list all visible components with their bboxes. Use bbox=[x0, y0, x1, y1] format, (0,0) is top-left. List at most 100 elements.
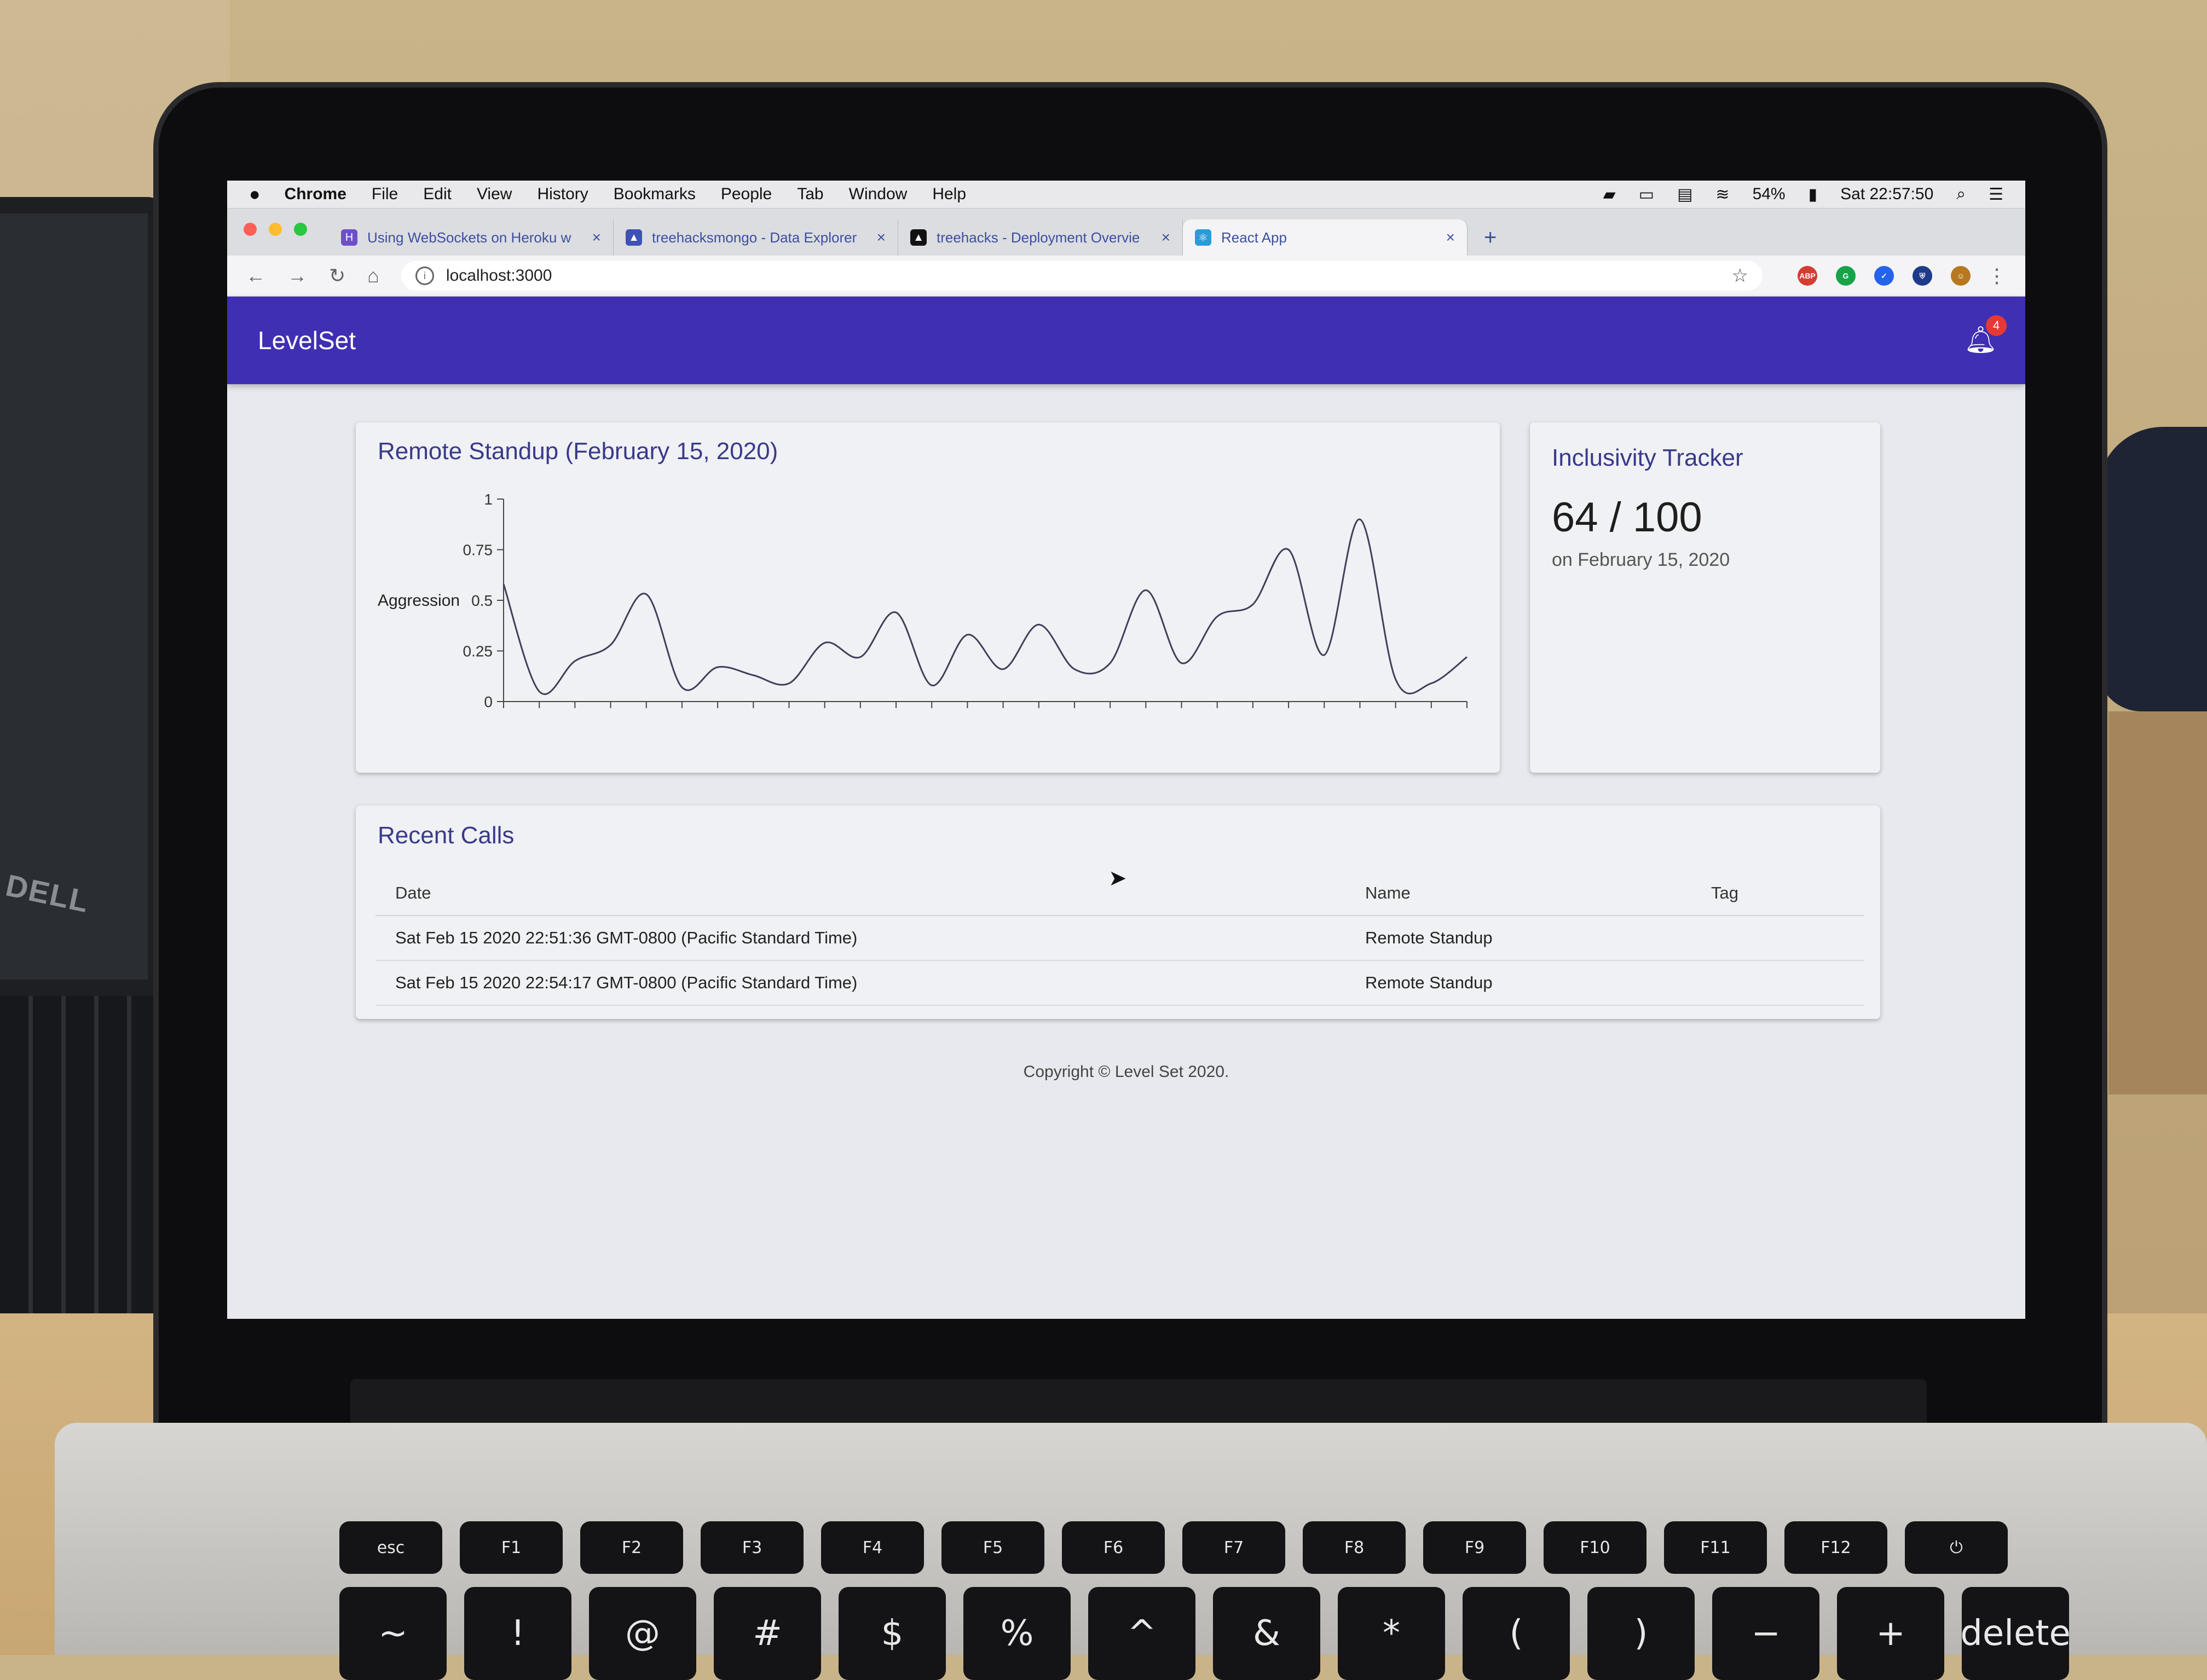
docker-icon[interactable]: ▰ bbox=[1603, 185, 1616, 204]
date-column-header[interactable]: Date bbox=[375, 871, 1345, 916]
keyboard-key: % bbox=[963, 1587, 1071, 1680]
name-column-header[interactable]: Name bbox=[1345, 871, 1691, 916]
keyboard-key: − bbox=[1712, 1587, 1819, 1680]
y-tick-label: 0.75 bbox=[463, 542, 493, 559]
zoom-window-button[interactable] bbox=[294, 223, 307, 236]
battery-percent[interactable]: 54% bbox=[1753, 185, 1786, 204]
side-laptop-keyboard bbox=[0, 996, 153, 1346]
keyboard-key: & bbox=[1213, 1587, 1320, 1680]
forward-icon[interactable]: → bbox=[287, 264, 307, 287]
tracker-score: 64 / 100 bbox=[1552, 494, 1702, 541]
menu-item-view[interactable]: View bbox=[477, 185, 512, 204]
browser-toolbar: ← → ↻ ⌂ i localhost:3000 ☆ ABP G ✓ ⛨ ☺ ⋮ bbox=[227, 256, 2025, 297]
notifications-button[interactable]: 🔔︎ 4 bbox=[1964, 315, 2007, 356]
extension-icon[interactable]: ✓ bbox=[1874, 266, 1894, 286]
menubar-status: ▰ ▭ ▤ ≋ 54% ▮ Sat 22:57:50 ⌕ ☰ bbox=[1603, 185, 2003, 204]
call-tag-cell bbox=[1691, 960, 1864, 1006]
battery-icon[interactable]: ▮ bbox=[1809, 185, 1818, 204]
grammarly-extension-icon[interactable]: G bbox=[1836, 266, 1856, 286]
keyboard-key: esc bbox=[339, 1521, 442, 1574]
y-axis-label: Aggression bbox=[378, 592, 460, 610]
series-line bbox=[502, 518, 1468, 695]
menu-item-people[interactable]: People bbox=[721, 185, 772, 204]
bookmark-star-icon[interactable]: ☆ bbox=[1732, 265, 1748, 287]
keyboard-key: F3 bbox=[701, 1521, 804, 1574]
side-laptop-screen bbox=[0, 213, 148, 980]
browser-tab[interactable]: H Using WebSockets on Heroku w × bbox=[329, 219, 614, 256]
input-source-flag-icon[interactable]: ▤ bbox=[1677, 185, 1692, 204]
keyboard-key: ~ bbox=[339, 1587, 447, 1680]
footer-copyright: Copyright © Level Set 2020. bbox=[1023, 1063, 1229, 1081]
clock[interactable]: Sat 22:57:50 bbox=[1840, 185, 1933, 204]
close-tab-icon[interactable]: × bbox=[877, 229, 886, 246]
keyboard-key: F2 bbox=[580, 1521, 683, 1574]
browser-tab[interactable]: ▲ treehacksmongo - Data Explorer × bbox=[614, 219, 898, 256]
address-url[interactable]: localhost:3000 bbox=[446, 267, 552, 285]
menu-item-window[interactable]: Window bbox=[849, 185, 908, 204]
keyboard-key: * bbox=[1338, 1587, 1445, 1680]
table-row[interactable]: Sat Feb 15 2020 22:54:17 GMT-0800 (Pacif… bbox=[375, 960, 1864, 1006]
close-tab-icon[interactable]: × bbox=[1162, 229, 1170, 246]
address-bar[interactable]: i localhost:3000 ☆ bbox=[401, 261, 1763, 291]
keyboard-key: F7 bbox=[1182, 1521, 1285, 1574]
jacket bbox=[2098, 427, 2207, 711]
number-key-row: ~! @ # $% ^ & *() − + delete bbox=[339, 1587, 2071, 1680]
call-date-cell: Sat Feb 15 2020 22:54:17 GMT-0800 (Pacif… bbox=[375, 960, 1345, 1006]
back-icon[interactable]: ← bbox=[246, 264, 265, 287]
adblock-extension-icon[interactable]: ABP bbox=[1798, 266, 1817, 286]
standup-chart-card: 0 0.25 0.5 0.75 1 Aggression Remote Standup (… bbox=[356, 422, 1500, 773]
keyboard-key: F10 bbox=[1544, 1521, 1646, 1574]
keyboard-key: F8 bbox=[1303, 1521, 1406, 1574]
menu-item-help[interactable]: Help bbox=[932, 185, 966, 204]
site-info-icon[interactable]: i bbox=[415, 267, 434, 285]
chrome-menu-icon[interactable]: ⋮ bbox=[1987, 264, 2007, 287]
chart-title: Remote Standup (February 15, 2020) bbox=[378, 438, 778, 465]
menu-item-edit[interactable]: Edit bbox=[423, 185, 452, 204]
reload-icon[interactable]: ↻ bbox=[329, 264, 345, 287]
profile-avatar[interactable]: ☺ bbox=[1951, 266, 1971, 286]
menu-item-bookmarks[interactable]: Bookmarks bbox=[614, 185, 696, 204]
y-tick-label: 1 bbox=[484, 491, 493, 508]
keyboard-key: F11 bbox=[1664, 1521, 1767, 1574]
spotlight-search-icon[interactable]: ⌕ bbox=[1956, 185, 1966, 204]
recent-calls-table: Date Name Tag Sat Feb 15 2020 22:51:36 G… bbox=[375, 871, 1864, 1006]
browser-tab[interactable]: ▲ treehacks - Deployment Overvie × bbox=[898, 219, 1183, 256]
bitwarden-extension-icon[interactable]: ⛨ bbox=[1913, 266, 1932, 286]
wifi-icon[interactable]: ≋ bbox=[1715, 185, 1729, 204]
home-icon[interactable]: ⌂ bbox=[367, 264, 379, 287]
function-key-row: esc F1 F2 F3 F4 F5 F6 F7 F8 F9 F10 F11 F12 ⏻ bbox=[339, 1521, 2008, 1574]
keyboard-key: ^ bbox=[1088, 1587, 1195, 1680]
close-window-button[interactable] bbox=[244, 223, 257, 236]
table-row[interactable]: Sat Feb 15 2020 22:51:36 GMT-0800 (Pacif… bbox=[375, 916, 1864, 961]
mouse-cursor: ➤ bbox=[1108, 866, 1127, 890]
menu-item-tab[interactable]: Tab bbox=[797, 185, 823, 204]
menu-items: File Edit View History Bookmarks People Tab Win… bbox=[372, 185, 991, 204]
minimize-window-button[interactable] bbox=[269, 223, 282, 236]
aggression-chart: 0 0.25 0.5 0.75 1 Aggression bbox=[378, 491, 1468, 710]
menu-item-history[interactable]: History bbox=[537, 185, 588, 204]
new-tab-button[interactable]: + bbox=[1484, 225, 1497, 250]
recent-calls-card: Recent Calls Date Name Tag Sat Feb 15 20… bbox=[356, 806, 1880, 1019]
apple-icon[interactable]: ● bbox=[249, 184, 261, 205]
tag-column-header[interactable]: Tag bbox=[1691, 871, 1864, 916]
keyboard-key: F1 bbox=[460, 1521, 563, 1574]
keyboard-key: + bbox=[1837, 1587, 1944, 1680]
tab-favicon-icon: ▲ bbox=[910, 229, 927, 246]
keyboard-key: delete bbox=[1960, 1587, 2071, 1680]
menu-item-file[interactable]: File bbox=[372, 185, 398, 204]
notification-center-icon[interactable]: ☰ bbox=[1989, 185, 2003, 204]
menu-app-name[interactable]: Chrome bbox=[285, 185, 346, 204]
call-date-cell: Sat Feb 15 2020 22:51:36 GMT-0800 (Pacif… bbox=[375, 916, 1345, 961]
close-tab-icon[interactable]: × bbox=[592, 229, 601, 246]
laptop-screen: ● Chrome File Edit View History Bookmarks Peo… bbox=[227, 181, 2025, 1319]
tab-strip: H Using WebSockets on Heroku w × ▲ treehacks… bbox=[329, 219, 1468, 256]
tab-title: Using WebSockets on Heroku w bbox=[367, 229, 571, 246]
recent-calls-title: Recent Calls bbox=[378, 822, 515, 849]
call-name-cell: Remote Standup bbox=[1345, 960, 1691, 1006]
app-brand[interactable]: LevelSet bbox=[258, 326, 356, 355]
browser-tab[interactable]: ⚛ React App × bbox=[1183, 219, 1468, 256]
y-tick-label: 0.25 bbox=[463, 643, 493, 660]
airplay-icon[interactable]: ▭ bbox=[1639, 185, 1654, 204]
keyboard-key: F12 bbox=[1784, 1521, 1887, 1574]
close-tab-icon[interactable]: × bbox=[1446, 229, 1455, 246]
